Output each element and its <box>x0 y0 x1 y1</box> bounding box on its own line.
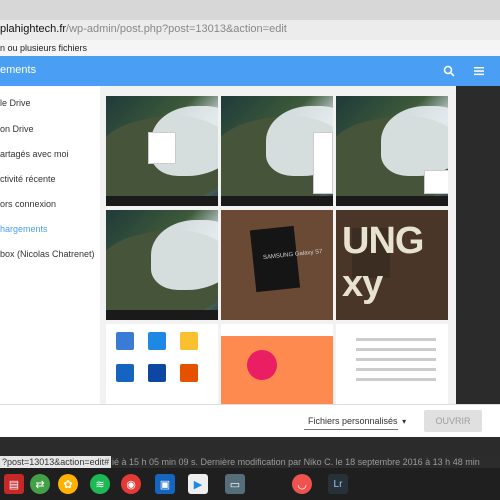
play-store-icon[interactable]: ▶ <box>188 474 208 494</box>
dialog-footer: Fichiers personnalisés ▾ OUVRIR <box>0 404 500 437</box>
desktop-icon[interactable]: ▭ <box>225 474 245 494</box>
thumb-row <box>356 338 436 341</box>
app-header: ements <box>0 56 500 86</box>
thumb-row <box>356 368 436 371</box>
thumb-row <box>356 378 436 381</box>
thumb-header <box>221 324 333 336</box>
sidebar-item-offline[interactable]: ors connexion <box>0 199 100 209</box>
browser-chrome: plahightech.fr/wp-admin/post.php?post=13… <box>0 0 500 40</box>
thumb-tile <box>148 332 166 350</box>
image-thumbnail[interactable] <box>106 210 218 320</box>
dialog-title: n ou plusieurs fichiers <box>0 40 500 56</box>
file-type-filter-label: Fichiers personnalisés <box>308 416 398 426</box>
address-bar[interactable]: plahightech.fr/wp-admin/post.php?post=13… <box>0 23 287 35</box>
thumb-window <box>313 132 333 194</box>
thumb-tile <box>180 332 198 350</box>
thumb-tile <box>116 332 134 350</box>
status-meta: ié à 15 h 05 min 09 s. Dernière modifica… <box>112 457 480 467</box>
thumb-tile <box>180 364 198 382</box>
thumb-tile <box>148 364 166 382</box>
thumb-taskbar <box>106 310 218 320</box>
sidebar-item-drive[interactable]: le Drive <box>0 98 100 108</box>
search-icon[interactable] <box>440 62 458 80</box>
thumb-tile <box>116 364 134 382</box>
file-type-filter[interactable]: Fichiers personnalisés ▾ <box>308 416 406 426</box>
camera-icon[interactable]: ▣ <box>155 474 175 494</box>
filter-underline <box>304 429 398 430</box>
image-thumbnail[interactable] <box>336 96 448 206</box>
status-url: ?post=13013&action=edit# <box>0 456 112 468</box>
image-thumbnail[interactable] <box>106 96 218 206</box>
image-thumbnail[interactable] <box>106 324 218 404</box>
sidebar-item-shared[interactable]: artagés avec moi <box>0 149 100 159</box>
open-button[interactable]: OUVRIR <box>424 410 482 432</box>
thumb-headphones <box>247 350 277 380</box>
pdf-icon[interactable]: ▤ <box>4 474 24 494</box>
image-thumbnail[interactable]: UNG xy <box>336 210 448 320</box>
tab-strip <box>0 0 500 20</box>
thumb-taskbar <box>336 196 448 206</box>
sidebar-item-one-drive[interactable]: on Drive <box>0 124 100 134</box>
image-thumbnail[interactable]: SAMSUNG Galaxy S7 <box>221 210 333 320</box>
chrome-icon[interactable]: ◉ <box>121 474 141 494</box>
lightroom-icon[interactable]: Lr <box>328 474 348 494</box>
taskbar-dock: ▤ ⇄ ✿ ≋ ◉ ▣ ▶ ▭ ◡ Lr <box>0 468 500 500</box>
sidebar-item-dropbox[interactable]: box (Nicolas Chatrenet) <box>0 249 100 259</box>
pinwheel-icon[interactable]: ✿ <box>58 474 78 494</box>
sidebar-item-downloads[interactable]: hargements <box>0 224 100 234</box>
address-path: /wp-admin/post.php?post=13013&action=edi… <box>66 23 287 35</box>
thumb-caption: UNG xy <box>342 220 424 305</box>
thumb-window <box>424 170 448 194</box>
file-grid: SAMSUNG Galaxy S7 UNG xy <box>100 86 456 404</box>
spotify-icon[interactable]: ≋ <box>90 474 110 494</box>
thumb-taskbar <box>106 196 218 206</box>
image-thumbnail[interactable] <box>336 324 448 404</box>
arrows-icon[interactable]: ⇄ <box>30 474 50 494</box>
sidebar-item-recent[interactable]: ctivité récente <box>0 174 100 184</box>
image-thumbnail[interactable] <box>221 96 333 206</box>
address-host: plahightech.fr <box>0 23 67 35</box>
thumb-taskbar <box>221 196 333 206</box>
app-title: ements <box>0 64 37 76</box>
menu-icon[interactable] <box>470 62 488 80</box>
pocket-icon[interactable]: ◡ <box>292 474 312 494</box>
thumb-row <box>356 348 436 351</box>
image-thumbnail[interactable] <box>221 324 333 404</box>
thumb-row <box>356 358 436 361</box>
chevron-down-icon: ▾ <box>402 417 407 426</box>
status-bar: ?post=13013&action=edit# ié à 15 h 05 mi… <box>0 456 500 468</box>
sidebar: le Drive on Drive artagés avec moi ctivi… <box>0 86 100 404</box>
thumb-window <box>148 132 176 164</box>
